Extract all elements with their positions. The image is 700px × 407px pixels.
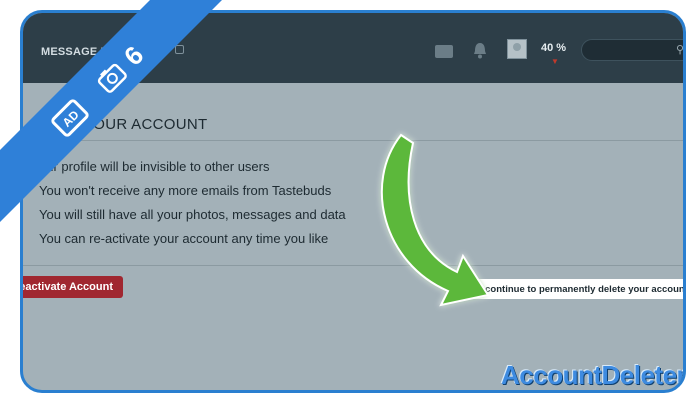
green-arrow-icon <box>380 133 490 307</box>
avatar[interactable] <box>507 39 527 59</box>
profile-progress: 40 % <box>541 42 567 54</box>
search-icon: ⚲ <box>675 44 684 56</box>
progress-indicator: ▼ <box>551 57 559 66</box>
bell-icon[interactable] <box>473 42 487 59</box>
mail-icon[interactable] <box>435 45 453 58</box>
logo-part-deleters: Deleters <box>601 360 686 390</box>
deactivate-account-button[interactable]: eactivate Account <box>23 276 123 298</box>
step-banner: AD 6 <box>0 0 222 222</box>
accountdeleters-logo: AccountDeleters <box>501 360 686 390</box>
logo-part-account: Account <box>501 360 602 390</box>
search-input[interactable]: ⚲ <box>581 39 684 61</box>
